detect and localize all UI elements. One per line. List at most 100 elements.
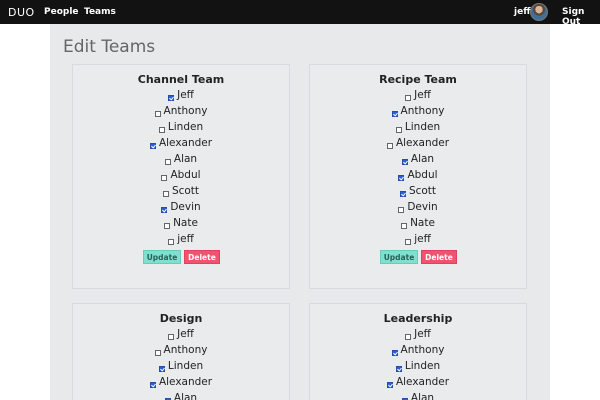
brand-logo[interactable]: DUO <box>8 6 35 19</box>
member-name: Anthony <box>400 344 445 356</box>
member-row: Jeff <box>73 89 289 105</box>
member-name: Abdul <box>407 169 438 181</box>
member-checkbox[interactable] <box>401 159 408 165</box>
member-row: Linden <box>73 121 289 137</box>
member-checkbox[interactable] <box>162 191 169 197</box>
member-name: Jeff <box>414 328 431 340</box>
member-name: Jeff <box>177 89 194 101</box>
member-row: Abdul <box>73 169 289 185</box>
member-row: Anthony <box>73 344 289 360</box>
nav-username[interactable]: jeff <box>514 7 530 17</box>
member-row: Linden <box>73 360 289 376</box>
team-name: Channel Team <box>137 73 225 86</box>
member-checkbox[interactable] <box>401 223 408 229</box>
update-button[interactable]: Update <box>380 250 418 264</box>
member-name: Alan <box>173 153 198 165</box>
page-title: Edit Teams <box>63 37 156 57</box>
team-name: Design <box>159 312 203 325</box>
member-name: Anthony <box>163 344 208 356</box>
member-checkbox[interactable] <box>161 207 168 213</box>
member-name: Scott <box>171 185 200 197</box>
member-checkbox[interactable] <box>164 223 171 229</box>
member-checkbox[interactable] <box>168 334 175 340</box>
member-checkbox[interactable] <box>154 111 161 117</box>
member-checkbox[interactable] <box>149 143 156 149</box>
delete-button[interactable]: Delete <box>421 250 457 264</box>
member-checkbox[interactable] <box>158 366 165 372</box>
team-name: Leadership <box>383 312 453 325</box>
member-name: Linden <box>404 121 441 133</box>
member-row: Nate <box>310 217 526 233</box>
member-row: Jeff <box>310 89 526 105</box>
member-checkbox[interactable] <box>164 159 171 165</box>
member-checkbox[interactable] <box>168 95 175 101</box>
user-avatar[interactable] <box>530 3 548 21</box>
member-row: Jeff <box>310 328 526 344</box>
member-checkbox[interactable] <box>398 175 405 181</box>
member-checkbox[interactable] <box>149 382 156 388</box>
member-checkbox[interactable] <box>158 127 165 133</box>
member-name: jeff <box>414 233 431 245</box>
member-row: Anthony <box>73 105 289 121</box>
member-checkbox[interactable] <box>395 366 402 372</box>
member-row: Scott <box>310 185 526 201</box>
member-name: Linden <box>167 121 204 133</box>
member-checkbox[interactable] <box>386 143 393 149</box>
member-name: Nate <box>173 217 198 229</box>
member-name: Nate <box>410 217 435 229</box>
member-name: Alan <box>173 392 198 400</box>
member-name: Alan <box>410 153 435 165</box>
member-name: Linden <box>167 360 204 372</box>
member-name: Devin <box>170 201 201 213</box>
delete-button[interactable]: Delete <box>184 250 220 264</box>
member-checkbox[interactable] <box>386 382 393 388</box>
member-checkbox[interactable] <box>399 191 406 197</box>
member-name: jeff <box>177 233 194 245</box>
member-checkbox[interactable] <box>168 239 175 245</box>
top-navbar: DUO People Teams jeff Sign Out <box>0 0 600 27</box>
member-name: Alexander <box>395 137 450 149</box>
member-row: Devin <box>310 201 526 217</box>
member-row: Anthony <box>310 344 526 360</box>
member-checkbox[interactable] <box>391 111 398 117</box>
team-card: Design Jeff Anthony Linden Alexander Alan <box>72 303 290 400</box>
sign-out-link[interactable]: Sign Out <box>562 7 600 27</box>
member-row: Scott <box>73 185 289 201</box>
member-checkbox[interactable] <box>398 207 405 213</box>
member-checkbox[interactable] <box>405 334 412 340</box>
member-row: Abdul <box>310 169 526 185</box>
member-name: Devin <box>407 201 438 213</box>
member-row: Linden <box>310 360 526 376</box>
member-checkbox[interactable] <box>161 175 168 181</box>
member-row: Alexander <box>73 137 289 153</box>
member-row: Alan <box>310 392 526 400</box>
member-row: Linden <box>310 121 526 137</box>
member-checkbox[interactable] <box>154 350 161 356</box>
member-name: Jeff <box>177 328 194 340</box>
team-card: Recipe Team Jeff Anthony Linden Alexander Ala… <box>309 64 527 289</box>
member-name: Linden <box>404 360 441 372</box>
member-checkbox[interactable] <box>391 350 398 356</box>
member-name: Abdul <box>170 169 201 181</box>
member-checkbox[interactable] <box>395 127 402 133</box>
page-container: Edit Teams Channel Team Jeff Anthony Linden… <box>50 24 550 400</box>
member-checkbox[interactable] <box>405 95 412 101</box>
member-row: Anthony <box>310 105 526 121</box>
member-row: Jeff <box>73 328 289 344</box>
member-row: Alan <box>310 153 526 169</box>
member-row: Alan <box>73 392 289 400</box>
member-row: Alexander <box>310 376 526 392</box>
member-name: Alexander <box>158 137 213 149</box>
member-name: Scott <box>408 185 437 197</box>
member-name: Alexander <box>395 376 450 388</box>
member-row: Alan <box>73 153 289 169</box>
member-name: Alexander <box>158 376 213 388</box>
nav-link-teams[interactable]: Teams <box>84 7 116 17</box>
member-checkbox[interactable] <box>405 239 412 245</box>
update-button[interactable]: Update <box>143 250 181 264</box>
member-row: jeff <box>310 233 526 249</box>
team-card: Channel Team Jeff Anthony Linden Alexander Al… <box>72 64 290 289</box>
nav-link-people[interactable]: People <box>44 7 79 17</box>
team-card: Leadership Jeff Anthony Linden Alexander Alan <box>309 303 527 400</box>
member-row: Devin <box>73 201 289 217</box>
